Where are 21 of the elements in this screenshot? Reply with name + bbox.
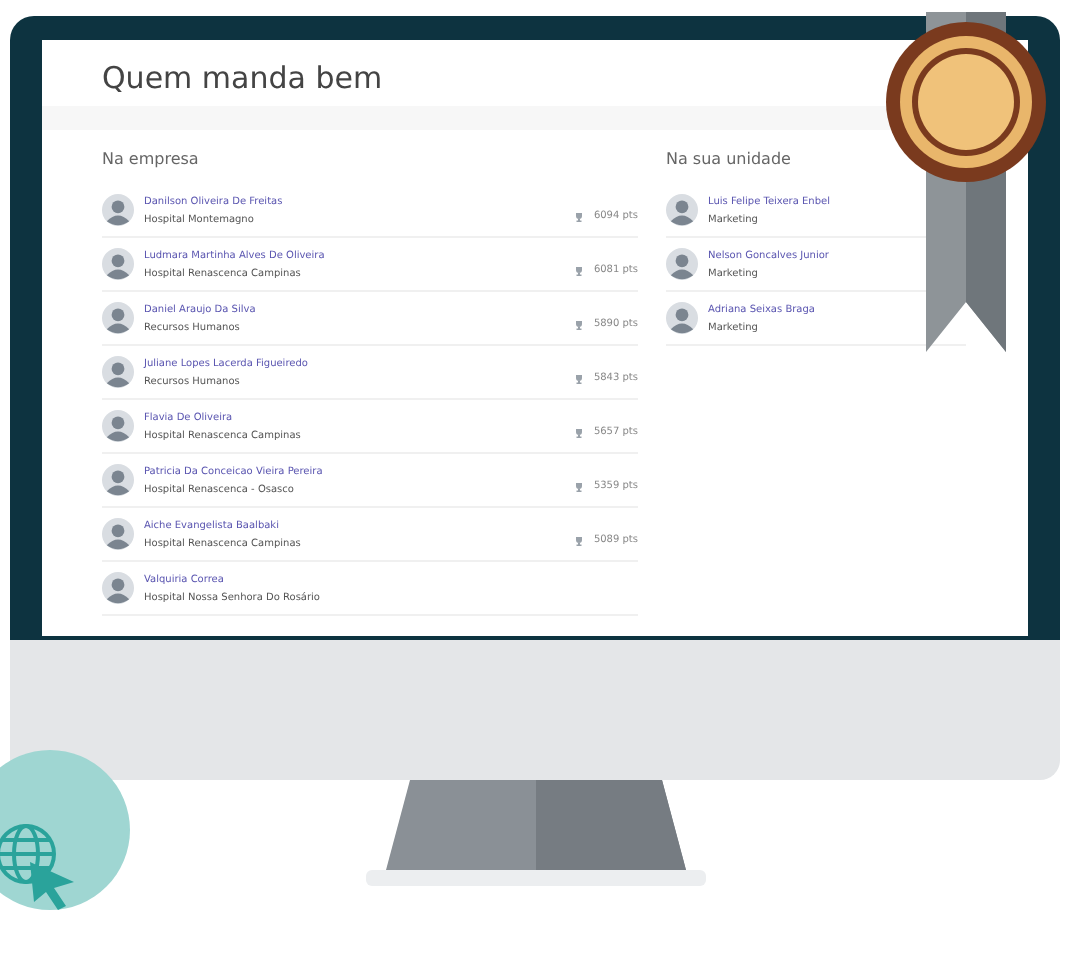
section-heading: Na empresa	[102, 150, 201, 168]
avatar-icon	[102, 518, 134, 550]
avatar-icon	[102, 410, 134, 442]
trophy-icon	[573, 374, 584, 384]
avatar-icon	[102, 464, 134, 496]
avatar-icon	[666, 248, 698, 280]
trophy-icon	[573, 482, 584, 492]
section-heading: Na sua unidade	[666, 150, 793, 168]
trophy-icon	[573, 320, 584, 330]
avatar-icon	[102, 194, 134, 226]
page-title: Quem manda bem	[102, 60, 385, 96]
avatar-icon	[102, 356, 134, 388]
trophy-icon	[573, 266, 584, 276]
avatar-icon	[102, 248, 134, 280]
avatar-icon	[102, 572, 134, 604]
trophy-icon	[573, 212, 584, 222]
trophy-icon	[573, 536, 584, 546]
avatar-icon	[666, 194, 698, 226]
trophy-icon	[573, 428, 584, 438]
avatar-icon	[666, 302, 698, 334]
avatar-icon	[102, 302, 134, 334]
